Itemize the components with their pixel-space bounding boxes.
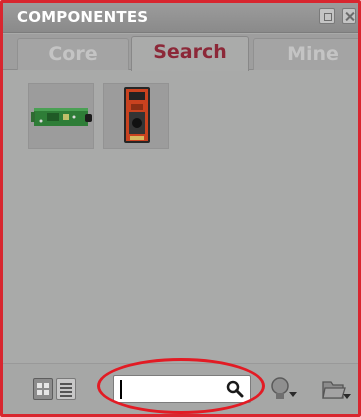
- grid-view-button[interactable]: [33, 378, 53, 400]
- lightbulb-dropdown-icon[interactable]: [269, 374, 299, 404]
- close-icon[interactable]: [342, 8, 356, 24]
- panel-title: COMPONENTES: [17, 8, 149, 26]
- tab-mine[interactable]: Mine: [253, 38, 358, 70]
- component-item[interactable]: [103, 83, 169, 149]
- tab-core[interactable]: Core: [17, 38, 129, 70]
- restore-icon[interactable]: [319, 8, 335, 24]
- magnifier-icon[interactable]: [226, 380, 244, 398]
- components-panel: COMPONENTES Core Search Mine: [0, 0, 361, 417]
- text-cursor: [120, 380, 122, 399]
- list-view-button[interactable]: [56, 378, 76, 400]
- folder-dropdown-icon[interactable]: [321, 374, 351, 404]
- red-sensor-module-icon: [124, 87, 150, 143]
- tab-bar: Core Search Mine: [3, 34, 358, 71]
- list-view-icon: [60, 383, 72, 397]
- grid-view-icon: [37, 383, 49, 395]
- components-grid: [3, 71, 358, 361]
- search-field[interactable]: [113, 375, 251, 403]
- tab-search[interactable]: Search: [131, 36, 249, 71]
- search-input[interactable]: [118, 379, 222, 399]
- component-item[interactable]: [28, 83, 94, 149]
- panel-title-bar[interactable]: COMPONENTES: [3, 3, 358, 33]
- green-pcb-board-icon: [31, 108, 92, 126]
- bottom-toolbar: [3, 363, 358, 414]
